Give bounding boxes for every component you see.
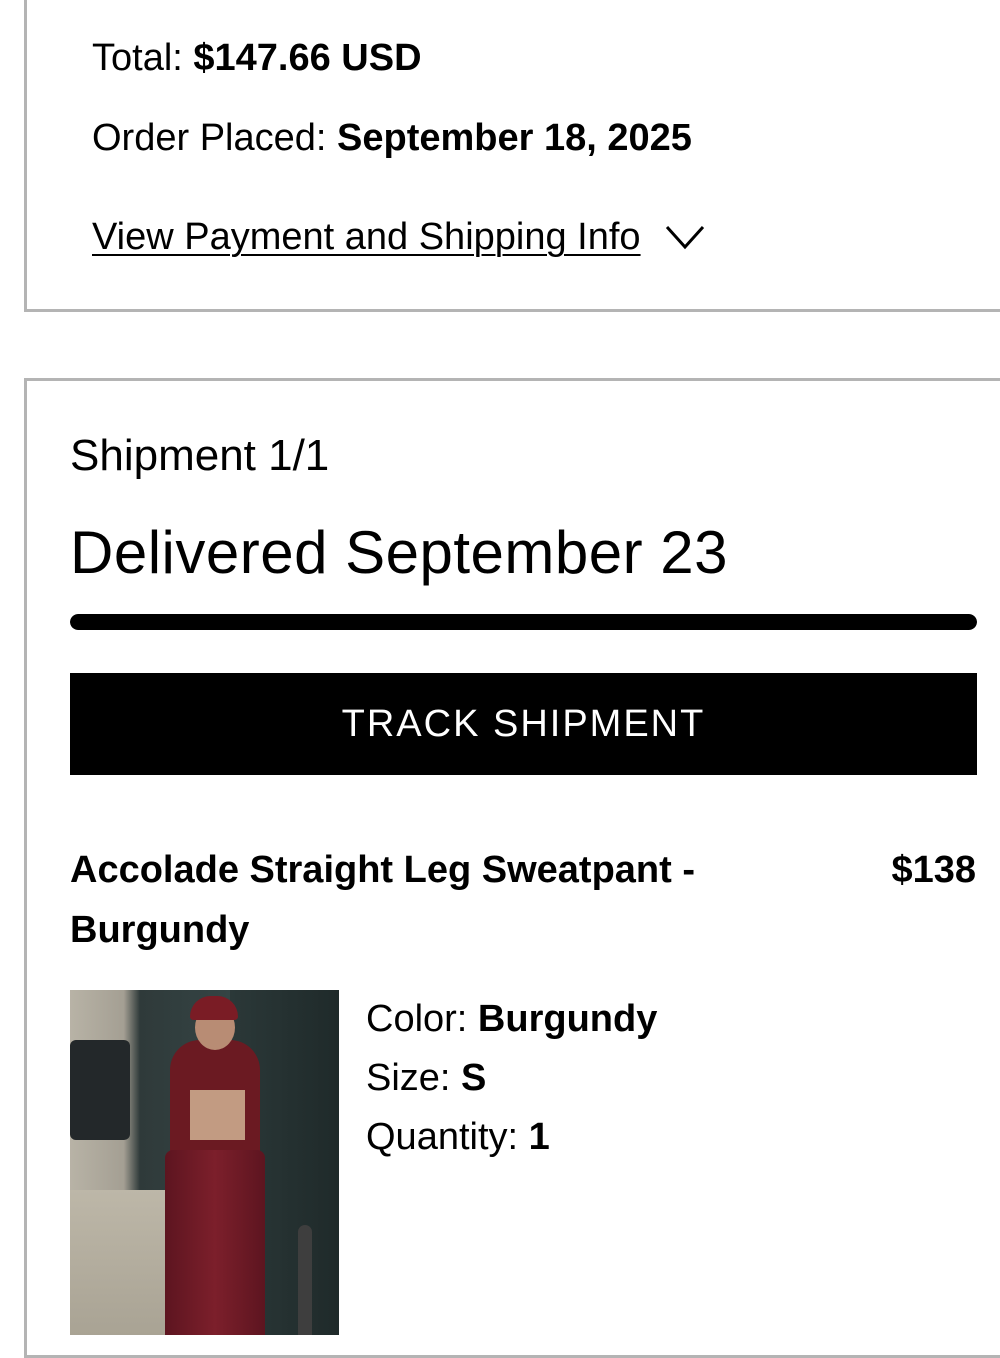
- photo-model-torso: [190, 1090, 245, 1140]
- order-total-label: Total:: [92, 37, 194, 79]
- photo-bollard: [298, 1225, 312, 1335]
- order-total: Total: $147.66 USD: [92, 35, 422, 81]
- view-payment-shipping-toggle[interactable]: View Payment and Shipping Info: [92, 214, 705, 260]
- chevron-down-icon[interactable]: [665, 224, 705, 250]
- track-shipment-button[interactable]: TRACK SHIPMENT: [70, 673, 977, 775]
- shipment-progress-bar: [70, 614, 977, 630]
- photo-model-sweatpants: [165, 1150, 265, 1335]
- product-image[interactable]: [70, 990, 339, 1335]
- product-color-label: Color:: [366, 998, 478, 1040]
- photo-car: [70, 1040, 130, 1140]
- product-price: $138: [891, 849, 976, 891]
- view-payment-shipping-link[interactable]: View Payment and Shipping Info: [92, 214, 641, 260]
- product-quantity-value: 1: [528, 1116, 550, 1158]
- product-size-value: S: [461, 1057, 487, 1099]
- product-quantity: Quantity: 1: [366, 1112, 550, 1162]
- shipment-progress-fill: [70, 614, 977, 630]
- product-size: Size: S: [366, 1053, 486, 1103]
- product-color: Color: Burgundy: [366, 994, 657, 1044]
- shipment-count: Shipment 1/1: [70, 431, 330, 480]
- product-size-label: Size:: [366, 1057, 462, 1099]
- product-quantity-label: Quantity:: [366, 1116, 529, 1158]
- product-color-value: Burgundy: [477, 998, 658, 1040]
- order-placed-date: Order Placed: September 18, 2025: [92, 115, 692, 161]
- product-name[interactable]: Accolade Straight Leg Sweatpant - Burgun…: [70, 840, 800, 960]
- order-total-value: $147.66 USD: [193, 37, 422, 79]
- order-placed-value: September 18, 2025: [337, 117, 692, 159]
- order-placed-label: Order Placed:: [92, 117, 337, 159]
- delivery-status: Delivered September 23: [70, 519, 729, 586]
